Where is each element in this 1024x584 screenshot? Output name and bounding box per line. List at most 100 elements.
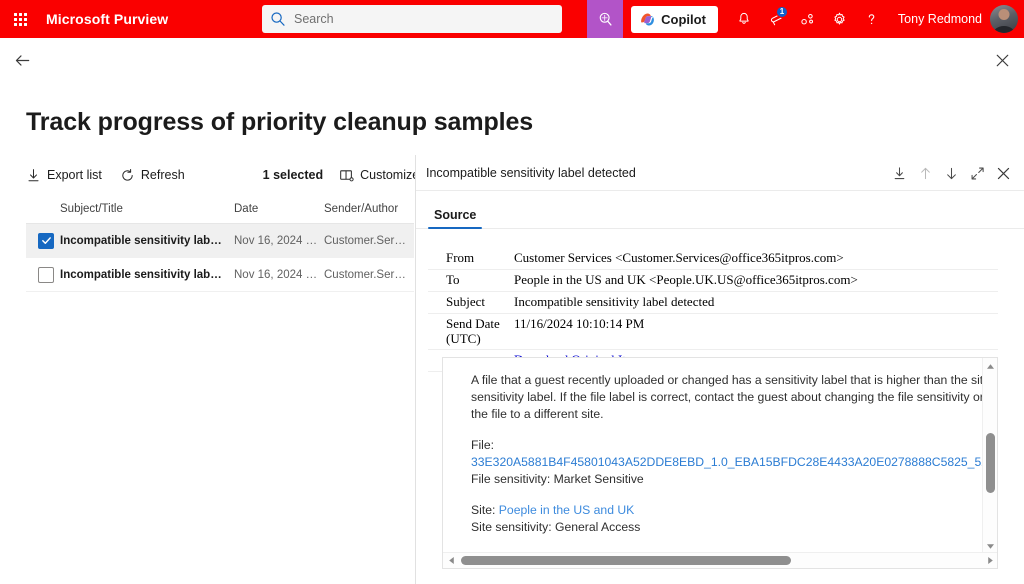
refresh-icon <box>122 168 133 181</box>
page-title: Track progress of priority cleanup sampl… <box>26 108 534 136</box>
metadata-label: To <box>446 272 460 287</box>
metadata-value: 11/16/2024 10:10:14 PM <box>514 316 645 331</box>
scroll-up-button[interactable] <box>983 358 997 374</box>
suite-bar-actions: Copilot 1 Tony Redmond <box>587 0 1024 38</box>
items-list: Subject/Title Date Sender/Author Incompa… <box>26 194 414 584</box>
download-icon <box>28 168 39 181</box>
caret-up-icon <box>987 363 994 369</box>
message-body-content: A file that a guest recently uploaded or… <box>443 358 983 544</box>
header-subject[interactable]: Subject/Title <box>60 203 234 215</box>
row-checkbox-cell <box>26 266 60 283</box>
gear-icon <box>834 12 846 25</box>
search-input[interactable] <box>292 7 554 31</box>
body-file-label: File: <box>471 438 495 452</box>
close-icon <box>997 167 1009 179</box>
page-toolbar <box>0 38 1024 80</box>
help-button[interactable] <box>856 0 888 38</box>
app-launcher-button[interactable] <box>0 0 40 38</box>
refresh-button[interactable]: Refresh <box>120 160 185 190</box>
whats-new-button[interactable]: 1 <box>760 0 792 38</box>
scroll-right-button[interactable] <box>982 553 997 568</box>
bell-icon <box>739 12 749 24</box>
suite-header-bar: Microsoft Purview Copilot <box>0 0 1024 38</box>
refresh-label: Refresh <box>140 168 185 182</box>
metadata-row-send-date: Send Date (UTC) 11/16/2024 10:10:14 PM <box>428 314 998 350</box>
body-site-sensitivity: Site sensitivity: General Access <box>471 520 641 534</box>
body-horizontal-scrollbar[interactable] <box>443 552 997 568</box>
scroll-thumb-horizontal[interactable] <box>461 556 791 565</box>
expand-pane-button[interactable] <box>964 158 990 188</box>
brand-title: Microsoft Purview <box>46 11 169 27</box>
diagnostic-search-icon <box>599 12 612 26</box>
metadata-label: Send Date (UTC) <box>446 316 500 346</box>
row-subject: Incompatible sensitivity label... <box>60 268 230 281</box>
metadata-row-to: To People in the US and UK <People.UK.US… <box>428 270 998 292</box>
checkmark-icon <box>41 237 51 244</box>
header-date[interactable]: Date <box>234 203 324 215</box>
download-icon <box>894 166 904 179</box>
list-header-row: Subject/Title Date Sender/Author <box>26 194 414 224</box>
scroll-left-button[interactable] <box>443 553 459 568</box>
header-sender[interactable]: Sender/Author <box>324 203 414 215</box>
row-checkbox-cell <box>26 232 60 249</box>
body-site-label: Site: <box>471 503 496 517</box>
copilot-label: Copilot <box>661 11 706 27</box>
row-date: Nov 16, 2024 10:10... <box>234 268 324 281</box>
metadata-value: Incompatible sensitivity label detected <box>514 294 715 309</box>
copilot-button[interactable]: Copilot <box>631 5 718 33</box>
message-metadata: From Customer Services <Customer.Service… <box>428 248 998 372</box>
row-checkbox[interactable] <box>38 266 54 283</box>
body-site-link[interactable]: Poeple in the US and UK <box>499 503 635 517</box>
diagnostics-button[interactable] <box>587 0 624 38</box>
selection-count: 1 selected <box>262 168 324 182</box>
body-paragraph: A file that a guest recently uploaded or… <box>471 373 983 421</box>
detail-tabs: Source <box>416 191 1024 229</box>
row-sender: Customer.Services... <box>324 234 414 247</box>
close-detail-button[interactable] <box>990 158 1016 188</box>
caret-left-icon <box>448 557 454 564</box>
body-vertical-scrollbar[interactable] <box>982 358 997 554</box>
user-name: Tony Redmond <box>897 12 982 26</box>
avatar[interactable] <box>990 5 1018 33</box>
body-file-link[interactable]: 33E320A5881B4F45801043A52DDE8EBD_1.0_EBA… <box>471 454 983 471</box>
tab-source[interactable]: Source <box>428 208 483 229</box>
search-icon <box>271 12 285 26</box>
detail-header: Incompatible sensitivity label detected <box>416 155 1024 191</box>
metadata-label: From <box>446 250 475 265</box>
close-icon <box>996 54 1008 66</box>
row-date: Nov 16, 2024 10:10... <box>234 234 324 247</box>
close-page-button[interactable] <box>988 46 1016 74</box>
back-button[interactable] <box>8 46 36 74</box>
detail-pane: Incompatible sensitivity label detected <box>415 155 1024 584</box>
notification-badge: 1 <box>775 6 788 18</box>
export-list-button[interactable]: Export list <box>26 160 102 190</box>
row-checkbox[interactable] <box>38 232 54 249</box>
notifications-button[interactable] <box>728 0 760 38</box>
caret-down-icon <box>987 543 994 549</box>
message-body-box: A file that a guest recently uploaded or… <box>442 357 998 569</box>
previous-item-button[interactable] <box>912 158 938 188</box>
settings-button[interactable] <box>824 0 856 38</box>
download-item-button[interactable] <box>886 158 912 188</box>
body-site-line: Site: Poeple in the US and UK <box>471 502 983 519</box>
table-row[interactable]: Incompatible sensitivity label... Nov 16… <box>26 224 414 258</box>
row-sender: Customer.Services... <box>324 268 414 281</box>
detail-title: Incompatible sensitivity label detected <box>426 165 636 180</box>
waffle-icon <box>13 12 27 26</box>
global-search[interactable] <box>262 5 562 33</box>
question-mark-icon <box>869 13 875 24</box>
people-connections-icon <box>801 13 814 24</box>
export-list-label: Export list <box>47 168 102 182</box>
copilot-icon <box>641 13 655 26</box>
arrow-up-icon <box>920 167 930 179</box>
table-row[interactable]: Incompatible sensitivity label... Nov 16… <box>26 258 414 292</box>
next-item-button[interactable] <box>938 158 964 188</box>
metadata-label: Subject <box>446 294 485 309</box>
scroll-thumb-vertical[interactable] <box>986 433 995 493</box>
connections-button[interactable] <box>792 0 824 38</box>
metadata-row-subject: Subject Incompatible sensitivity label d… <box>428 292 998 314</box>
body-file-sensitivity: File sensitivity: Market Sensitive <box>471 472 644 486</box>
